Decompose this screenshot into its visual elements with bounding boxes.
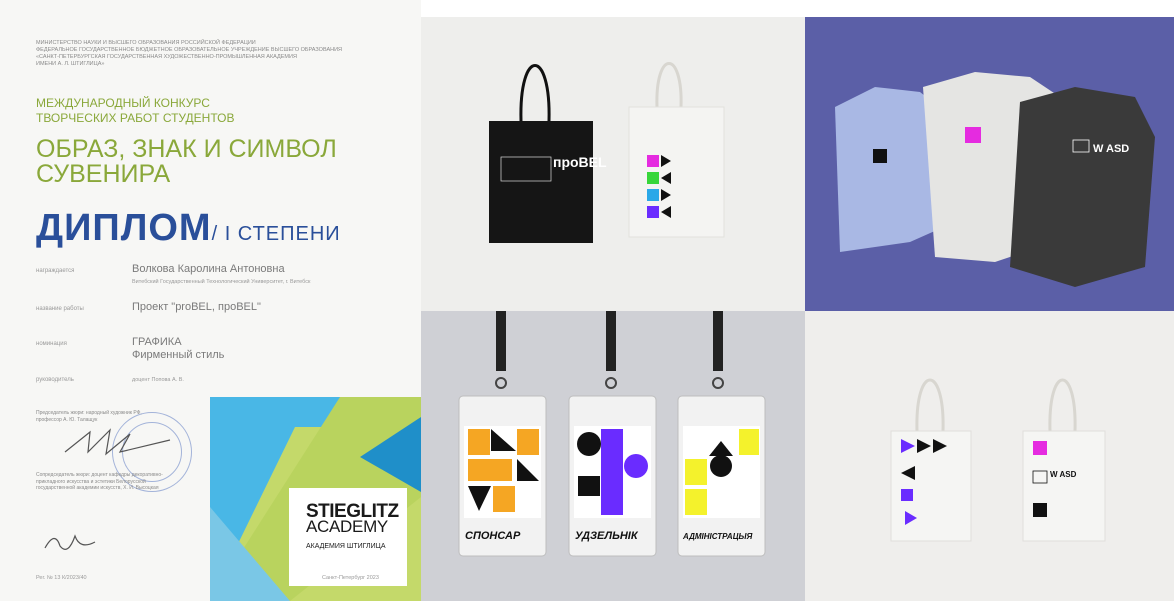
- contest-line: ТВОРЧЕСКИХ РАБОТ СТУДЕНТОВ: [36, 111, 235, 125]
- diploma-heading: ДИПЛОМ/ I СТЕПЕНИ: [36, 207, 341, 250]
- dark-shirt-text: W ASD: [1093, 143, 1129, 155]
- registration-number: Рег. № 13 К/2023/40: [36, 575, 87, 581]
- academy-logo-subline: АКАДЕМИЯ ШТИГЛИЦА: [306, 543, 386, 550]
- awarded-name: Волкова Каролина Антоновна: [132, 263, 285, 275]
- badge-label-participant: УДЗЕЛЬНІК: [575, 530, 639, 542]
- badge-label-admin: АДМІНІСТРАЦЫЯ: [682, 532, 753, 541]
- work-label: название работы: [36, 306, 84, 312]
- tshirts-photo: W ASD: [805, 17, 1174, 311]
- city-year: Санкт-Петербург 2023: [322, 575, 379, 581]
- black-bag-text: проBEL: [553, 154, 607, 170]
- tote-bags-photo: проBEL: [421, 17, 805, 311]
- right-bag-text: W ASD: [1050, 470, 1077, 479]
- dark-tshirt: W ASD: [1010, 87, 1155, 287]
- header-line: ИМЕНИ А. Л. ШТИГЛИЦА»: [36, 61, 105, 67]
- contest-name: МЕЖДУНАРОДНЫЙ КОНКУРС ТВОРЧЕСКИХ РАБОТ С…: [36, 96, 234, 126]
- left-white-tote: [890, 378, 972, 542]
- black-tote-bag: проBEL: [489, 64, 607, 243]
- awarded-label: награждается: [36, 268, 75, 274]
- nomination-line: ГРАФИКА: [132, 336, 182, 348]
- title-line: СУВЕНИРА: [36, 160, 171, 188]
- badges-photo: СПОНСАР УДЗЕЛЬНІК АДМІНІСТРАЦЫЯ: [421, 311, 805, 601]
- tote-bags-photo-2: W ASD: [805, 311, 1174, 601]
- signature-2: [44, 534, 96, 550]
- diploma-panel: МИНИСТЕРСТВО НАУКИ И ВЫСШЕГО ОБРАЗОВАНИЯ…: [0, 0, 421, 601]
- header-line: МИНИСТЕРСТВО НАУКИ И ВЫСШЕГО ОБРАЗОВАНИЯ…: [36, 40, 256, 46]
- lanyards: [495, 311, 724, 389]
- contest-line: МЕЖДУНАРОДНЫЙ КОНКУРС: [36, 96, 210, 110]
- header-line: «САНКТ-ПЕТЕРБУРГСКАЯ ГОСУДАРСТВЕННАЯ ХУД…: [36, 54, 297, 60]
- contest-title: ОБРАЗ, ЗНАК И СИМВОЛ СУВЕНИРА: [36, 137, 337, 187]
- nomination-label: номинация: [36, 341, 67, 347]
- jury-cochair: Сопредседатель жюри: доцент кафедры деко…: [36, 472, 163, 491]
- supervisor-value: доцент Попова А. В.: [132, 377, 184, 383]
- diploma-word: ДИПЛОМ: [36, 207, 212, 249]
- diploma-degree: / I СТЕПЕНИ: [211, 223, 341, 245]
- title-line: ОБРАЗ, ЗНАК И СИМВОЛ: [36, 135, 337, 163]
- badge-label-sponsor: СПОНСАР: [465, 530, 521, 542]
- signature-1: [64, 428, 171, 456]
- academy-logo-line: ACADEMY: [306, 517, 388, 536]
- header-line: ФЕДЕРАЛЬНОЕ ГОСУДАРСТВЕННОЕ БЮДЖЕТНОЕ ОБ…: [36, 47, 343, 53]
- nomination-line: Фирменный стиль: [132, 349, 225, 361]
- diploma-header: МИНИСТЕРСТВО НАУКИ И ВЫСШЕГО ОБРАЗОВАНИЯ…: [36, 40, 406, 68]
- white-tote-bag: [628, 62, 725, 238]
- supervisor-label: руководитель: [36, 377, 74, 383]
- awarded-university: Витебский Государственный Технологически…: [132, 279, 311, 285]
- work-value: Проект "proBEL, проBEL": [132, 301, 261, 313]
- right-white-tote: W ASD: [1022, 378, 1106, 542]
